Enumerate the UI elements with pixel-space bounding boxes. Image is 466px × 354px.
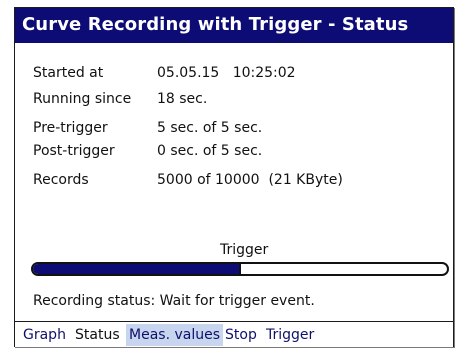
posttrigger-value: 0 sec. of 5 sec. (157, 143, 263, 159)
menu-trigger[interactable]: Trigger (266, 327, 314, 343)
records-label: Records (33, 172, 89, 188)
progress-fill (33, 264, 240, 274)
pretrigger-label: Pre-trigger (33, 120, 108, 136)
trigger-marker (239, 264, 241, 274)
trigger-label: Trigger (220, 242, 269, 258)
menu-graph[interactable]: Graph (23, 327, 66, 343)
recording-status-text: Recording status: Wait for trigger event… (33, 293, 315, 309)
started-label: Started at (33, 65, 104, 81)
running-label: Running since (33, 91, 132, 107)
pretrigger-value: 5 sec. of 5 sec. (157, 120, 263, 136)
softkey-menu-bar: Graph Status Meas. values Stop Trigger (15, 321, 453, 347)
records-value: 5000 of 10000 (21 KByte) (157, 172, 343, 188)
posttrigger-label: Post-trigger (33, 143, 115, 159)
status-window: Curve Recording with Trigger - Status St… (14, 7, 454, 347)
started-value: 05.05.15 10:25:02 (157, 65, 296, 81)
window-title: Curve Recording with Trigger - Status (22, 14, 409, 35)
title-bar: Curve Recording with Trigger - Status (15, 8, 453, 43)
trigger-progress-bar (31, 262, 449, 276)
menu-status[interactable]: Status (75, 327, 120, 343)
menu-stop[interactable]: Stop (225, 327, 257, 343)
menu-meas-values[interactable]: Meas. values (126, 324, 223, 346)
running-value: 18 sec. (157, 91, 208, 107)
